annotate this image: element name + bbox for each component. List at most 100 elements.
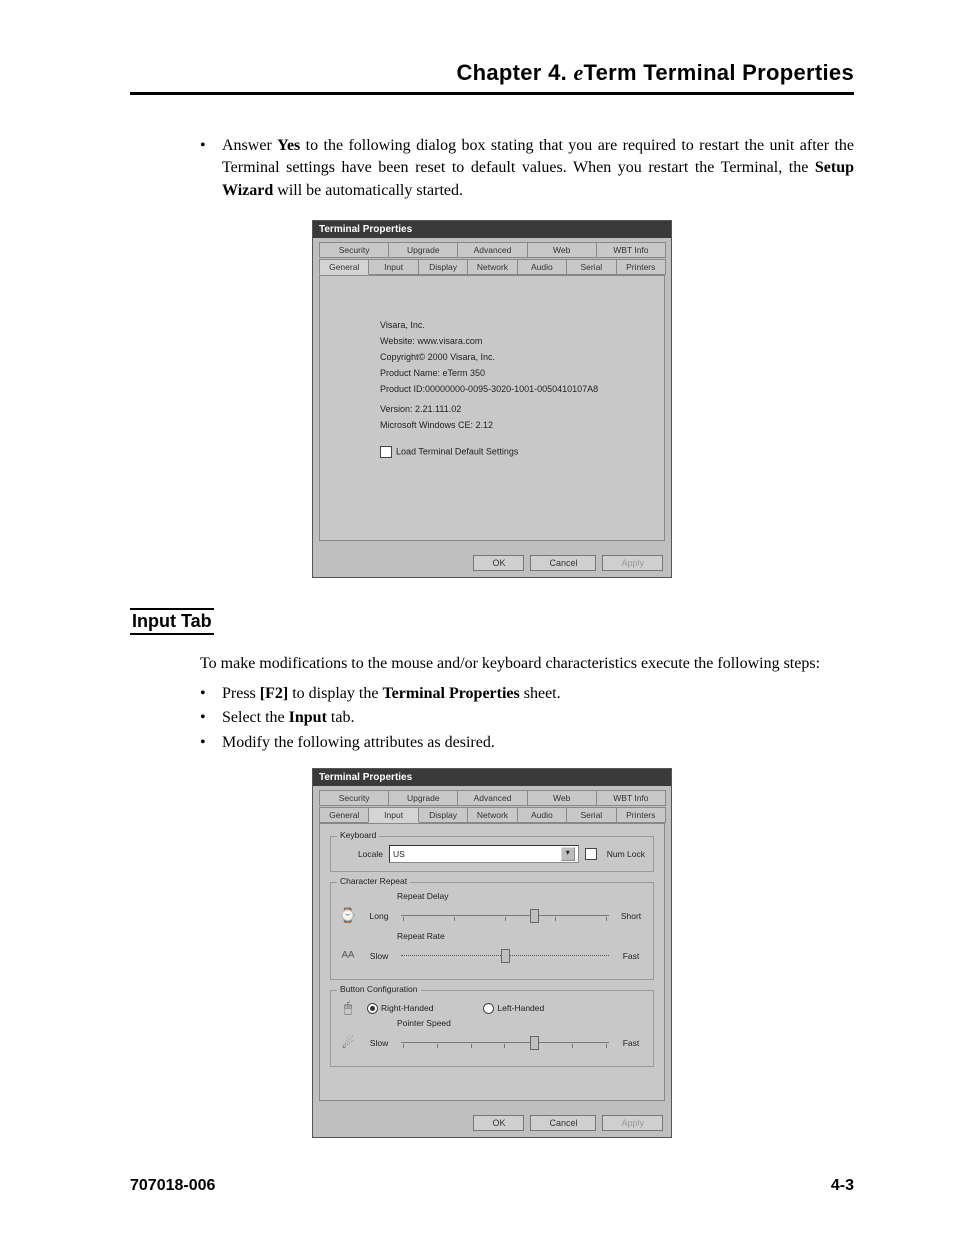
locale-value: US — [393, 849, 405, 859]
numlock-checkbox[interactable] — [585, 848, 597, 860]
tab-wbt-info[interactable]: WBT Info — [596, 242, 666, 258]
fast-label-2: Fast — [617, 1038, 645, 1048]
footer-docnum: 707018-006 — [130, 1177, 215, 1195]
cancel-button[interactable]: Cancel — [530, 555, 596, 571]
chapter-title-rest: Term Terminal Properties — [584, 60, 854, 85]
left-handed-label: Left-Handed — [497, 1003, 544, 1013]
left-handed-option[interactable]: Left-Handed — [483, 1003, 544, 1014]
tab-printers[interactable]: Printers — [616, 259, 666, 275]
dialog-title: Terminal Properties — [313, 221, 671, 238]
section-heading-input-tab: Input Tab — [130, 608, 214, 635]
slow-label: Slow — [365, 951, 393, 961]
input-tab-bullets: • Press [F2] to display the Terminal Pro… — [200, 683, 854, 754]
dialog2-button-row: OK Cancel Apply — [313, 1109, 671, 1137]
ok-button-2[interactable]: OK — [473, 1115, 524, 1131]
tab2-serial[interactable]: Serial — [566, 807, 616, 823]
tab2-security[interactable]: Security — [319, 790, 389, 806]
tab2-general[interactable]: General — [319, 807, 369, 823]
b2-pre: Select the — [222, 709, 289, 726]
tab-row-bottom: General Input Display Network Audio Seri… — [319, 259, 665, 275]
tab-upgrade[interactable]: Upgrade — [388, 242, 458, 258]
bullet-dot: • — [200, 732, 222, 754]
load-defaults-checkbox[interactable] — [380, 446, 392, 458]
tab-general[interactable]: General — [319, 259, 369, 275]
tab2-printers[interactable]: Printers — [616, 807, 666, 823]
tab-web[interactable]: Web — [527, 242, 597, 258]
short-label: Short — [617, 911, 645, 921]
tab-display[interactable]: Display — [418, 259, 468, 275]
intro-bullet-block: • Answer Yes to the following dialog box… — [200, 135, 854, 202]
tab2-upgrade[interactable]: Upgrade — [388, 790, 458, 806]
b2-post: tab. — [327, 709, 355, 726]
pointer-speed-title: Pointer Speed — [397, 1018, 645, 1028]
repeat-delay-slider[interactable] — [401, 909, 609, 923]
wince-line: Microsoft Windows CE: 2.12 — [380, 420, 640, 430]
character-repeat-group: Character Repeat Repeat Delay ⌚ Long Sho… — [330, 882, 654, 980]
right-handed-label: Right-Handed — [381, 1003, 433, 1013]
tab2-network[interactable]: Network — [467, 807, 517, 823]
apply-button-2[interactable]: Apply — [602, 1115, 663, 1131]
input-tab-intro: To make modifications to the mouse and/o… — [200, 653, 854, 675]
intro-mid: to the following dialog box stating that… — [222, 137, 854, 176]
keyboard-legend: Keyboard — [337, 830, 379, 840]
chapter-prefix: Chapter 4. — [456, 60, 573, 85]
general-panel: Visara, Inc. Website: www.visara.com Cop… — [319, 275, 665, 541]
chevron-down-icon[interactable]: ▾ — [561, 847, 575, 861]
slow-label-2: Slow — [365, 1038, 393, 1048]
version-line: Version: 2.21.111.02 — [380, 404, 640, 414]
fast-label: Fast — [617, 951, 645, 961]
b2-bold: Input — [289, 709, 327, 726]
tab2-advanced[interactable]: Advanced — [457, 790, 527, 806]
left-handed-radio[interactable] — [483, 1003, 494, 1014]
pointer-speed-slider[interactable] — [401, 1036, 609, 1050]
website-line: Website: www.visara.com — [380, 336, 640, 346]
bullet-press-f2: Press [F2] to display the Terminal Prope… — [222, 683, 854, 705]
cancel-button-2[interactable]: Cancel — [530, 1115, 596, 1131]
tab2-row-bottom: General Input Display Network Audio Seri… — [319, 807, 665, 823]
copyright-line: Copyright© 2000 Visara, Inc. — [380, 352, 640, 362]
char-repeat-legend: Character Repeat — [337, 876, 410, 886]
intro-yes: Yes — [277, 137, 300, 154]
intro-pre: Answer — [222, 137, 277, 154]
long-label: Long — [365, 911, 393, 921]
bullet-select-input: Select the Input tab. — [222, 707, 854, 729]
tab2-audio[interactable]: Audio — [517, 807, 567, 823]
locale-dropdown[interactable]: US ▾ — [389, 845, 579, 863]
ok-button[interactable]: OK — [473, 555, 524, 571]
b1-key: [F2] — [260, 685, 288, 702]
numlock-label: Num Lock — [607, 849, 645, 859]
company-line: Visara, Inc. — [380, 320, 640, 330]
button-config-group: Button Configuration 🖱 Right-Handed Left… — [330, 990, 654, 1067]
footer-pagenum: 4-3 — [831, 1177, 854, 1195]
repeat-rate-slider[interactable] — [401, 949, 609, 963]
b1-post: sheet. — [520, 685, 561, 702]
tab-advanced[interactable]: Advanced — [457, 242, 527, 258]
pointer-speed-icon: ☄ — [339, 1034, 357, 1052]
tab-serial[interactable]: Serial — [566, 259, 616, 275]
tab2-display[interactable]: Display — [418, 807, 468, 823]
right-handed-radio[interactable] — [367, 1003, 378, 1014]
tab-network[interactable]: Network — [467, 259, 517, 275]
screenshot-general-tab: Terminal Properties Security Upgrade Adv… — [312, 220, 672, 578]
bullet-dot: • — [200, 683, 222, 705]
keyboard-group: Keyboard Locale US ▾ Num Lock — [330, 836, 654, 872]
tab2-wbt-info[interactable]: WBT Info — [596, 790, 666, 806]
load-defaults-row: Load Terminal Default Settings — [380, 446, 640, 458]
tab2-web[interactable]: Web — [527, 790, 597, 806]
apply-button[interactable]: Apply — [602, 555, 663, 571]
load-defaults-label: Load Terminal Default Settings — [396, 447, 518, 457]
tab-audio[interactable]: Audio — [517, 259, 567, 275]
chapter-italic-e: e — [573, 60, 583, 85]
product-name-line: Product Name: eTerm 350 — [380, 368, 640, 378]
tab-row-top: Security Upgrade Advanced Web WBT Info — [319, 242, 665, 258]
dialog-button-row: OK Cancel Apply — [313, 549, 671, 577]
tab2-input[interactable]: Input — [368, 807, 418, 823]
page: Chapter 4. eTerm Terminal Properties • A… — [0, 0, 954, 1235]
right-handed-option[interactable]: Right-Handed — [367, 1003, 433, 1014]
bullet-dot: • — [200, 707, 222, 729]
product-id-line: Product ID:00000000-0095-3020-1001-00504… — [380, 384, 640, 394]
button-config-legend: Button Configuration — [337, 984, 421, 994]
tab-security[interactable]: Security — [319, 242, 389, 258]
tab-input[interactable]: Input — [368, 259, 418, 275]
locale-label: Locale — [339, 849, 383, 859]
